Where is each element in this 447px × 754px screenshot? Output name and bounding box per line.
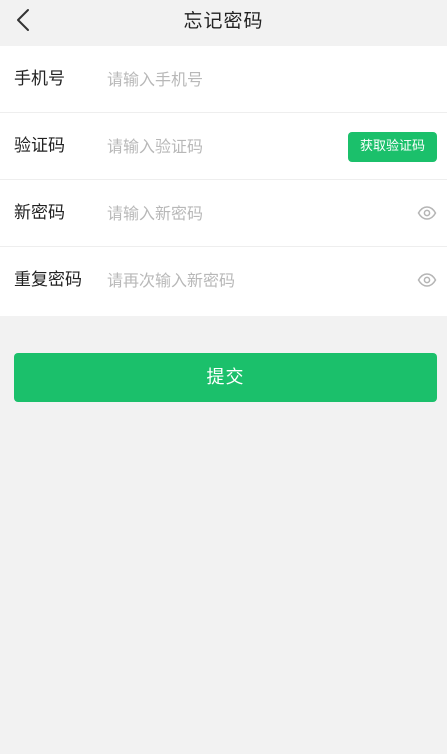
eye-icon bbox=[417, 206, 437, 220]
reset-password-form: 手机号 验证码 获取验证码 新密码 重复密码 bbox=[0, 46, 447, 316]
confirm-password-visibility-toggle[interactable] bbox=[417, 270, 437, 290]
navigation-bar: 忘记密码 bbox=[0, 0, 447, 38]
eye-icon bbox=[417, 273, 437, 287]
new-password-label: 新密码 bbox=[14, 203, 65, 223]
confirm-password-label: 重复密码 bbox=[14, 270, 82, 290]
code-label: 验证码 bbox=[14, 136, 65, 156]
phone-input[interactable] bbox=[107, 64, 337, 94]
code-row: 验证码 获取验证码 bbox=[0, 113, 447, 180]
page-title: 忘记密码 bbox=[183, 10, 264, 32]
confirm-password-row: 重复密码 bbox=[0, 247, 447, 316]
code-input[interactable] bbox=[107, 131, 337, 161]
new-password-input[interactable] bbox=[107, 198, 337, 228]
submit-button[interactable]: 提交 bbox=[14, 353, 437, 402]
phone-row: 手机号 bbox=[0, 46, 447, 113]
new-password-row: 新密码 bbox=[0, 180, 447, 247]
new-password-visibility-toggle[interactable] bbox=[417, 203, 437, 223]
phone-label: 手机号 bbox=[14, 69, 65, 89]
get-code-button[interactable]: 获取验证码 bbox=[348, 132, 437, 162]
confirm-password-input[interactable] bbox=[107, 265, 337, 295]
